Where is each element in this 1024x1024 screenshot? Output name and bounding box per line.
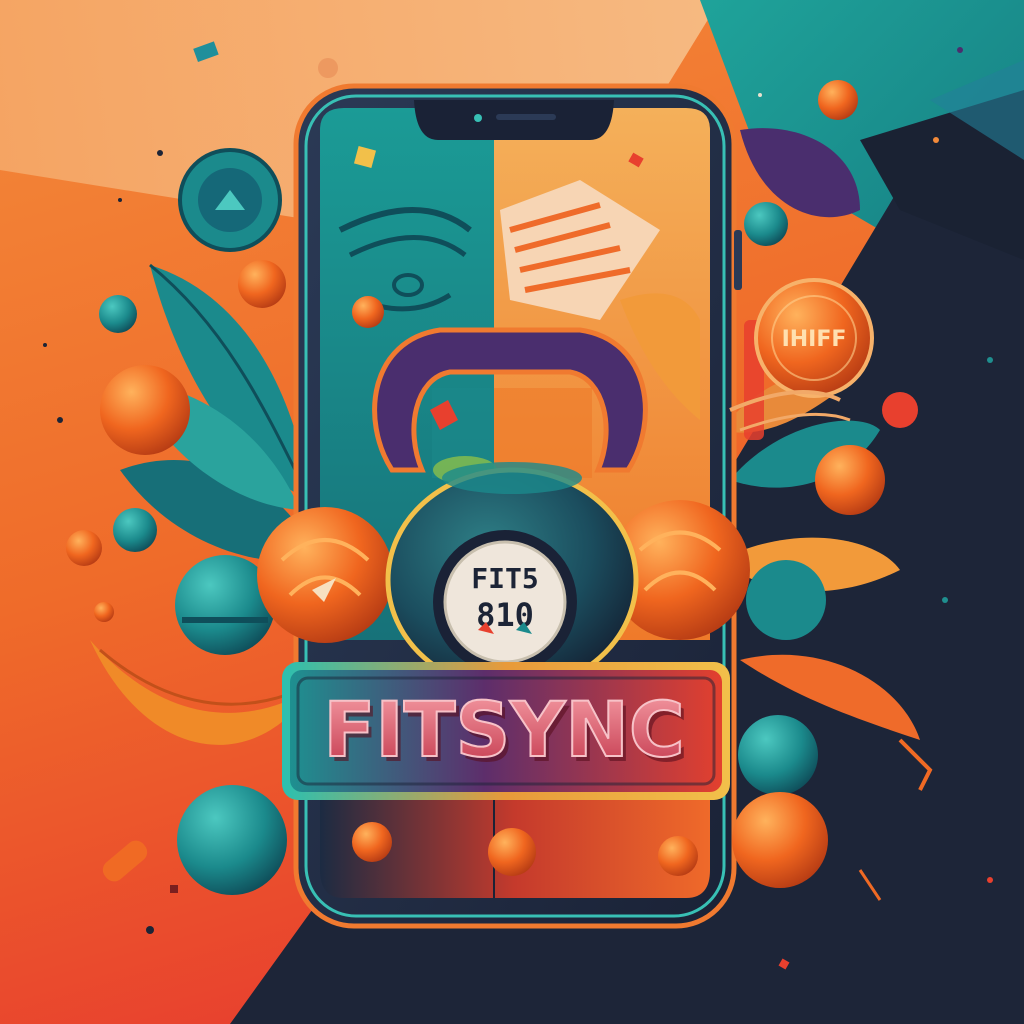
app-title: FITSYNC bbox=[323, 685, 684, 774]
dial-label-top: FIT5 bbox=[471, 562, 538, 595]
fitness-app-illustration: IHIFF FIT5 810 FITSYNC FITSYNC bbox=[0, 0, 1024, 1024]
sticker-badge: IHIFF bbox=[754, 278, 874, 398]
illustration-canvas: IHIFF FIT5 810 FITSYNC FITSYNC bbox=[0, 0, 1024, 1024]
sticker-label: IHIFF bbox=[782, 327, 847, 352]
title-plate: FITSYNC FITSYNC bbox=[282, 662, 730, 800]
